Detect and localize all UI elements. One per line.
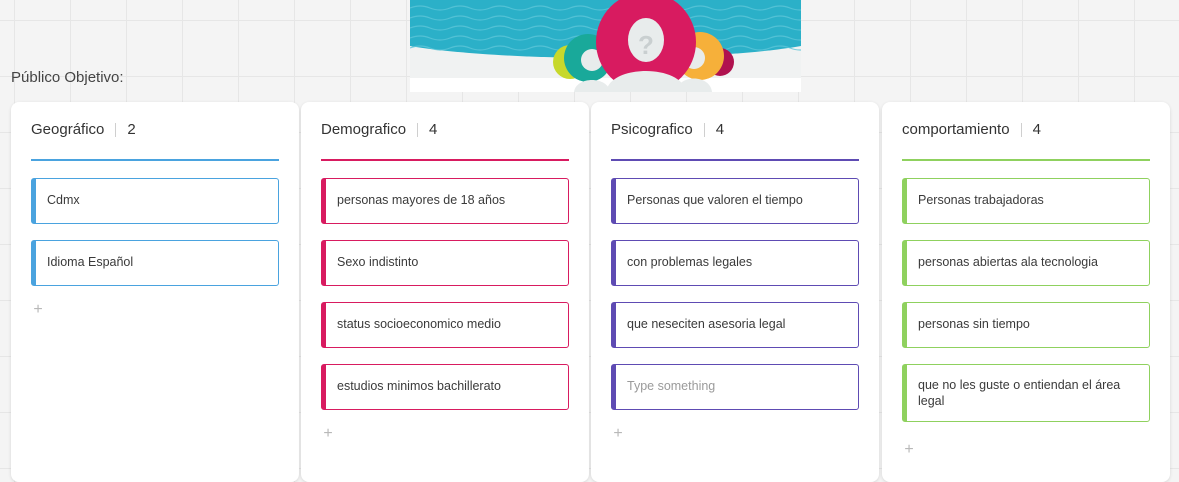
divider bbox=[1020, 123, 1022, 137]
card[interactable]: Personas trabajadoras bbox=[902, 178, 1150, 224]
column-header: Demografico 4 bbox=[321, 121, 569, 161]
column-psicografico: Psicografico 4 Personas que valoren el t… bbox=[591, 102, 879, 482]
column-title[interactable]: comportamiento bbox=[902, 121, 1010, 138]
card-count: 4 bbox=[715, 121, 725, 138]
column-title[interactable]: Demografico bbox=[321, 121, 406, 138]
card[interactable]: Cdmx bbox=[31, 178, 279, 224]
column-header: Psicografico 4 bbox=[611, 121, 859, 161]
add-card-plus-icon[interactable]: + bbox=[31, 302, 45, 318]
card-text: con problemas legales bbox=[627, 255, 753, 269]
column-header: comportamiento 4 bbox=[902, 121, 1150, 161]
divider bbox=[115, 123, 117, 137]
card-count: 2 bbox=[127, 121, 136, 138]
card-text: Sexo indistinto bbox=[337, 255, 419, 269]
divider bbox=[703, 123, 705, 137]
card[interactable]: con problemas legales bbox=[611, 240, 859, 286]
audience-illustration bbox=[410, 0, 801, 92]
card-text: personas abiertas ala tecnologia bbox=[918, 255, 1098, 269]
question-mark-icon: ? bbox=[638, 30, 654, 60]
card[interactable]: Sexo indistinto bbox=[321, 240, 569, 286]
card-text: Personas trabajadoras bbox=[918, 193, 1044, 207]
card[interactable]: personas mayores de 18 años bbox=[321, 178, 569, 224]
card-count: 4 bbox=[1032, 121, 1041, 138]
add-card-plus-icon[interactable]: + bbox=[321, 426, 335, 442]
card[interactable]: status socioeconomico medio bbox=[321, 302, 569, 348]
divider bbox=[417, 123, 419, 137]
card[interactable]: personas sin tiempo bbox=[902, 302, 1150, 348]
target-audience-banner: ? bbox=[410, 0, 801, 92]
card-text: estudios minimos bachillerato bbox=[337, 379, 501, 393]
column-title[interactable]: Psicografico bbox=[611, 121, 693, 138]
card-text: personas sin tiempo bbox=[918, 317, 1030, 331]
card-text: status socioeconomico medio bbox=[337, 317, 501, 331]
card-text: que neseciten asesoria legal bbox=[627, 317, 786, 331]
add-card-plus-icon[interactable]: + bbox=[902, 442, 916, 458]
add-card-plus-icon[interactable]: + bbox=[611, 426, 625, 442]
column-demografico: Demografico 4 personas mayores de 18 año… bbox=[301, 102, 589, 482]
card-count: 4 bbox=[429, 121, 438, 138]
card[interactable]: personas abiertas ala tecnologia bbox=[902, 240, 1150, 286]
card-text: Idioma Español bbox=[47, 255, 134, 269]
card-input[interactable]: Type something bbox=[611, 364, 859, 410]
card[interactable]: Idioma Español bbox=[31, 240, 279, 286]
card[interactable]: Personas que valoren el tiempo bbox=[611, 178, 859, 224]
card[interactable]: que no les guste o entiendan el área leg… bbox=[902, 364, 1150, 422]
card[interactable]: estudios minimos bachillerato bbox=[321, 364, 569, 410]
card-placeholder-text: Type something bbox=[627, 379, 716, 393]
card-text: que no les guste o entiendan el área leg… bbox=[918, 378, 1121, 408]
card-text: Cdmx bbox=[47, 193, 80, 207]
column-title[interactable]: Geográfico bbox=[31, 121, 104, 138]
column-comportamiento: comportamiento 4 Personas trabajadoras p… bbox=[882, 102, 1170, 482]
card[interactable]: que neseciten asesoria legal bbox=[611, 302, 859, 348]
column-header: Geográfico 2 bbox=[31, 121, 279, 161]
board-title: Público Objetivo: bbox=[11, 69, 124, 86]
card-text: personas mayores de 18 años bbox=[337, 193, 506, 207]
card-text: Personas que valoren el tiempo bbox=[627, 193, 803, 207]
column-geografico: Geográfico 2 Cdmx Idioma Español + bbox=[11, 102, 299, 482]
